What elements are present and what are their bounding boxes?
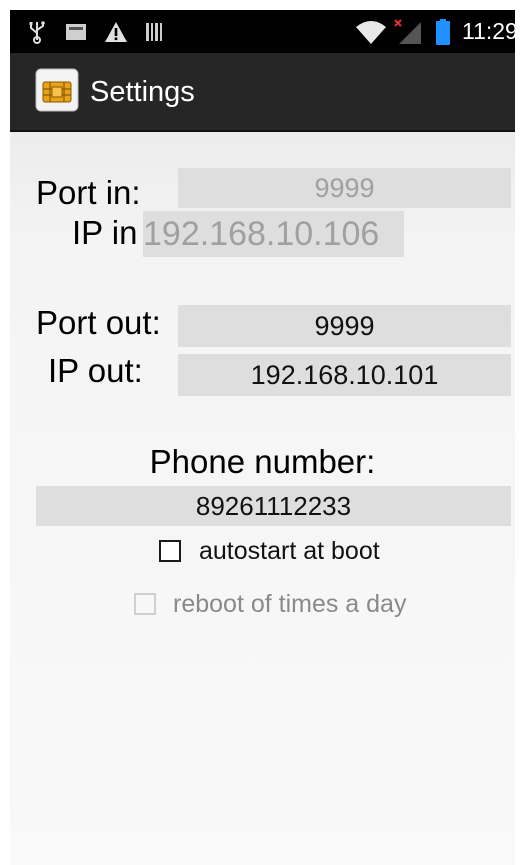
page-title: Settings (90, 76, 195, 108)
ip-in-label: IP in (72, 214, 138, 251)
phone-number-field[interactable]: 89261112233 (36, 486, 511, 526)
port-out-field[interactable]: 9999 (178, 305, 511, 347)
sdcard-icon (65, 10, 87, 53)
usb-icon (28, 10, 46, 53)
reboot-checkbox[interactable] (134, 593, 156, 615)
warning-icon (104, 10, 128, 53)
battery-icon (435, 10, 451, 53)
action-bar: Settings (10, 53, 515, 132)
settings-form: Port in: 9999 IP in 192.168.10.106 Port … (10, 132, 515, 865)
port-in-field[interactable]: 9999 (178, 168, 511, 208)
autostart-label[interactable]: autostart at boot (199, 536, 380, 566)
autostart-checkbox[interactable] (159, 540, 181, 562)
phone-number-label: Phone number: (149, 443, 376, 480)
sim-card-icon (34, 67, 80, 113)
status-bar: 11:29 (10, 10, 515, 53)
reboot-label[interactable]: reboot of times a day (173, 589, 406, 619)
ip-in-field[interactable]: 192.168.10.106 (143, 211, 404, 257)
screen: 11:29 Settings Port in: 9999 IP in 192.1… (10, 10, 515, 865)
barcode-icon (145, 10, 165, 53)
port-out-label: Port out: (36, 304, 161, 341)
ip-out-label: IP out: (48, 352, 143, 389)
clock-time: 11:29 (462, 18, 515, 44)
wifi-icon (355, 10, 387, 53)
port-in-label: Port in: (36, 174, 141, 211)
ip-out-field[interactable]: 192.168.10.101 (178, 354, 511, 396)
signal-icon (393, 10, 423, 53)
